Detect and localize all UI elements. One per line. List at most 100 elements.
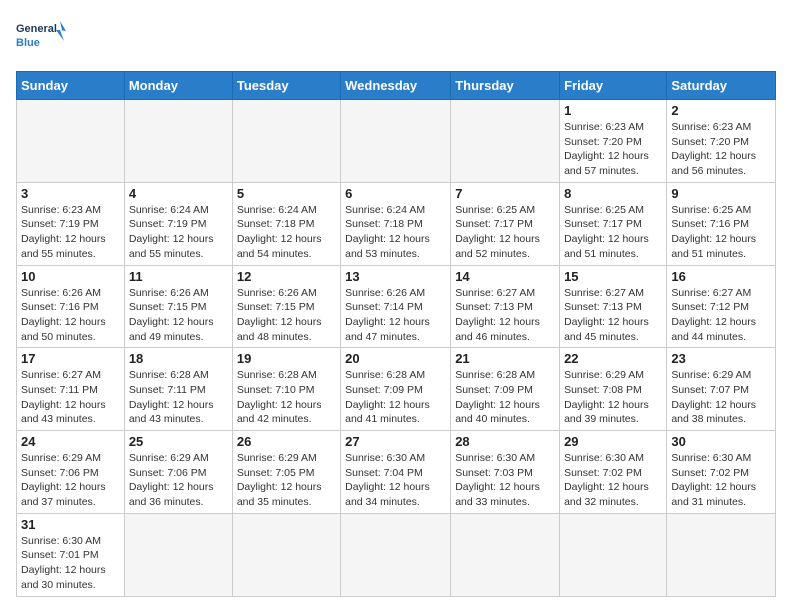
calendar-day-cell <box>341 100 451 183</box>
day-number: 7 <box>455 186 555 201</box>
page-header: General Blue <box>16 16 776 61</box>
calendar-day-cell: 11 Sunrise: 6:26 AM Sunset: 7:15 PM Dayli… <box>124 265 232 348</box>
day-number: 25 <box>129 434 228 449</box>
day-number: 20 <box>345 351 446 366</box>
calendar-day-cell <box>451 513 560 596</box>
day-info: Sunrise: 6:29 AM Sunset: 7:07 PM Dayligh… <box>671 368 771 427</box>
day-info: Sunrise: 6:24 AM Sunset: 7:18 PM Dayligh… <box>345 203 446 262</box>
calendar-day-cell: 30Sunrise: 6:30 AM Sunset: 7:02 PM Dayli… <box>667 431 776 514</box>
calendar-table: SundayMondayTuesdayWednesdayThursdayFrid… <box>16 71 776 597</box>
day-number: 12 <box>237 269 336 284</box>
day-number: 17 <box>21 351 120 366</box>
day-number: 24 <box>21 434 120 449</box>
day-info: Sunrise: 6:23 AM Sunset: 7:19 PM Dayligh… <box>21 203 120 262</box>
calendar-day-cell: 4 Sunrise: 6:24 AM Sunset: 7:19 PM Daylig… <box>124 182 232 265</box>
svg-text:General: General <box>16 23 57 35</box>
day-number: 15 <box>564 269 662 284</box>
calendar-day-cell <box>232 513 340 596</box>
calendar-day-cell: 29 Sunrise: 6:30 AM Sunset: 7:02 PM Dayli… <box>560 431 667 514</box>
day-info: Sunrise: 6:27 AM Sunset: 7:11 PM Dayligh… <box>21 368 120 427</box>
calendar-day-cell: 22 Sunrise: 6:29 AM Sunset: 7:08 PM Dayli… <box>560 348 667 431</box>
calendar-day-cell: 9 Sunrise: 6:25 AM Sunset: 7:16 PM Daylig… <box>667 182 776 265</box>
weekday-header-friday: Friday <box>560 72 667 100</box>
weekday-header-sunday: Sunday <box>17 72 125 100</box>
day-info: Sunrise: 6:23 AM Sunset: 7:20 PM Dayligh… <box>564 120 662 179</box>
calendar-week-6: 31Sunrise: 6:30 AM Sunset: 7:01 PM Dayli… <box>17 513 776 596</box>
logo-svg: General Blue <box>16 16 66 61</box>
calendar-day-cell: 12Sunrise: 6:26 AM Sunset: 7:15 PM Dayli… <box>232 265 340 348</box>
weekday-header-monday: Monday <box>124 72 232 100</box>
day-number: 18 <box>129 351 228 366</box>
day-info: Sunrise: 6:27 AM Sunset: 7:12 PM Dayligh… <box>671 286 771 345</box>
day-number: 9 <box>671 186 771 201</box>
day-number: 6 <box>345 186 446 201</box>
day-number: 10 <box>21 269 120 284</box>
calendar-day-cell <box>124 513 232 596</box>
calendar-day-cell <box>341 513 451 596</box>
calendar-day-cell <box>17 100 125 183</box>
day-info: Sunrise: 6:26 AM Sunset: 7:14 PM Dayligh… <box>345 286 446 345</box>
calendar-day-cell: 10Sunrise: 6:26 AM Sunset: 7:16 PM Dayli… <box>17 265 125 348</box>
calendar-day-cell: 23 Sunrise: 6:29 AM Sunset: 7:07 PM Dayli… <box>667 348 776 431</box>
day-number: 19 <box>237 351 336 366</box>
calendar-day-cell: 26 Sunrise: 6:29 AM Sunset: 7:05 PM Dayli… <box>232 431 340 514</box>
calendar-day-cell: 24 Sunrise: 6:29 AM Sunset: 7:06 PM Dayli… <box>17 431 125 514</box>
calendar-day-cell: 19Sunrise: 6:28 AM Sunset: 7:10 PM Dayli… <box>232 348 340 431</box>
calendar-day-cell <box>560 513 667 596</box>
day-number: 5 <box>237 186 336 201</box>
calendar-day-cell: 8Sunrise: 6:25 AM Sunset: 7:17 PM Daylig… <box>560 182 667 265</box>
day-number: 4 <box>129 186 228 201</box>
day-number: 22 <box>564 351 662 366</box>
calendar-day-cell: 1Sunrise: 6:23 AM Sunset: 7:20 PM Daylig… <box>560 100 667 183</box>
calendar-day-cell: 21 Sunrise: 6:28 AM Sunset: 7:09 PM Dayli… <box>451 348 560 431</box>
day-info: Sunrise: 6:27 AM Sunset: 7:13 PM Dayligh… <box>564 286 662 345</box>
weekday-header-thursday: Thursday <box>451 72 560 100</box>
day-number: 28 <box>455 434 555 449</box>
day-info: Sunrise: 6:28 AM Sunset: 7:09 PM Dayligh… <box>455 368 555 427</box>
day-info: Sunrise: 6:25 AM Sunset: 7:16 PM Dayligh… <box>671 203 771 262</box>
logo: General Blue <box>16 16 66 61</box>
day-number: 26 <box>237 434 336 449</box>
calendar-day-cell: 2 Sunrise: 6:23 AM Sunset: 7:20 PM Daylig… <box>667 100 776 183</box>
day-number: 3 <box>21 186 120 201</box>
calendar-day-cell <box>232 100 340 183</box>
day-number: 13 <box>345 269 446 284</box>
calendar-day-cell <box>451 100 560 183</box>
calendar-day-cell: 6 Sunrise: 6:24 AM Sunset: 7:18 PM Daylig… <box>341 182 451 265</box>
calendar-day-cell: 18Sunrise: 6:28 AM Sunset: 7:11 PM Dayli… <box>124 348 232 431</box>
weekday-header-tuesday: Tuesday <box>232 72 340 100</box>
day-info: Sunrise: 6:25 AM Sunset: 7:17 PM Dayligh… <box>455 203 555 262</box>
weekday-header-wednesday: Wednesday <box>341 72 451 100</box>
svg-text:Blue: Blue <box>16 37 40 49</box>
calendar-week-3: 10Sunrise: 6:26 AM Sunset: 7:16 PM Dayli… <box>17 265 776 348</box>
calendar-day-cell: 5 Sunrise: 6:24 AM Sunset: 7:18 PM Daylig… <box>232 182 340 265</box>
day-number: 8 <box>564 186 662 201</box>
day-info: Sunrise: 6:30 AM Sunset: 7:04 PM Dayligh… <box>345 451 446 510</box>
day-info: Sunrise: 6:29 AM Sunset: 7:05 PM Dayligh… <box>237 451 336 510</box>
weekday-header-saturday: Saturday <box>667 72 776 100</box>
day-info: Sunrise: 6:26 AM Sunset: 7:15 PM Dayligh… <box>129 286 228 345</box>
calendar-day-cell: 28Sunrise: 6:30 AM Sunset: 7:03 PM Dayli… <box>451 431 560 514</box>
day-number: 31 <box>21 517 120 532</box>
day-number: 14 <box>455 269 555 284</box>
calendar-day-cell: 27Sunrise: 6:30 AM Sunset: 7:04 PM Dayli… <box>341 431 451 514</box>
day-info: Sunrise: 6:30 AM Sunset: 7:02 PM Dayligh… <box>671 451 771 510</box>
day-info: Sunrise: 6:24 AM Sunset: 7:18 PM Dayligh… <box>237 203 336 262</box>
day-info: Sunrise: 6:29 AM Sunset: 7:06 PM Dayligh… <box>21 451 120 510</box>
calendar-week-5: 24 Sunrise: 6:29 AM Sunset: 7:06 PM Dayli… <box>17 431 776 514</box>
day-number: 23 <box>671 351 771 366</box>
day-number: 2 <box>671 103 771 118</box>
day-info: Sunrise: 6:24 AM Sunset: 7:19 PM Dayligh… <box>129 203 228 262</box>
day-number: 29 <box>564 434 662 449</box>
weekday-header-row: SundayMondayTuesdayWednesdayThursdayFrid… <box>17 72 776 100</box>
calendar-day-cell: 16Sunrise: 6:27 AM Sunset: 7:12 PM Dayli… <box>667 265 776 348</box>
day-number: 21 <box>455 351 555 366</box>
calendar-day-cell: 3 Sunrise: 6:23 AM Sunset: 7:19 PM Daylig… <box>17 182 125 265</box>
calendar-day-cell: 13 Sunrise: 6:26 AM Sunset: 7:14 PM Dayli… <box>341 265 451 348</box>
day-info: Sunrise: 6:23 AM Sunset: 7:20 PM Dayligh… <box>671 120 771 179</box>
day-info: Sunrise: 6:29 AM Sunset: 7:08 PM Dayligh… <box>564 368 662 427</box>
day-info: Sunrise: 6:30 AM Sunset: 7:02 PM Dayligh… <box>564 451 662 510</box>
calendar-day-cell: 20Sunrise: 6:28 AM Sunset: 7:09 PM Dayli… <box>341 348 451 431</box>
day-info: Sunrise: 6:27 AM Sunset: 7:13 PM Dayligh… <box>455 286 555 345</box>
day-number: 11 <box>129 269 228 284</box>
